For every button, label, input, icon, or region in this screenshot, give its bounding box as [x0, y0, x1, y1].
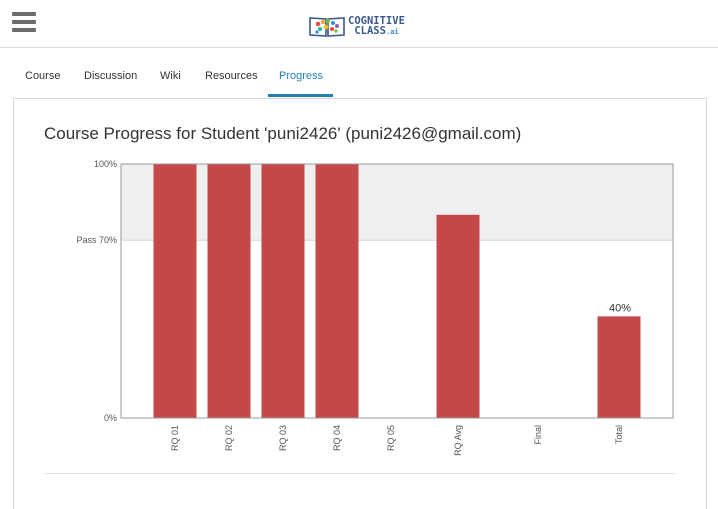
section-divider [44, 473, 676, 474]
pass-band [121, 164, 673, 241]
x-tick-label: RQ 03 [278, 425, 288, 451]
bar-rq-01 [153, 164, 197, 418]
bar-total [597, 316, 641, 418]
x-tick-label: RQ 05 [386, 425, 396, 451]
x-tick-label: Total [614, 425, 624, 444]
y-tick-label: 0% [104, 413, 117, 423]
x-tick-label: RQ 04 [332, 425, 342, 451]
x-tick-label: RQ 01 [170, 425, 180, 451]
bar-rq-03 [261, 164, 305, 418]
y-tick-label: 100% [94, 159, 117, 169]
x-tick-label: RQ Avg [453, 425, 463, 456]
y-tick-label: Pass 70% [76, 235, 117, 245]
bar-rq-02 [207, 164, 251, 418]
data-label: 40% [609, 302, 631, 314]
x-tick-label: Final [533, 425, 543, 445]
bar-rq-avg [436, 214, 480, 418]
bar-rq-04 [315, 164, 359, 418]
progress-chart: RQ 01 RQ 02 RQ 03 RQ 04 RQ 05 RQ Avg Final Tota… [76, 159, 674, 456]
x-tick-label: RQ 02 [224, 425, 234, 451]
